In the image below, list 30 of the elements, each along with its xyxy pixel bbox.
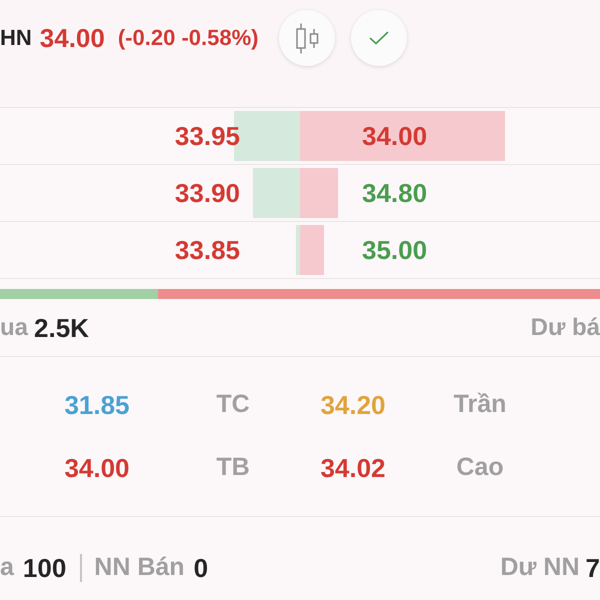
ask-row[interactable]: 35.00 bbox=[300, 222, 600, 278]
ask-row[interactable]: 34.00 bbox=[300, 108, 600, 164]
ask-row[interactable]: 34.80 bbox=[300, 165, 600, 221]
summary-label: Dư bá bbox=[530, 316, 600, 340]
bid-row[interactable]: 33.90 bbox=[0, 165, 300, 221]
foreign-label: NN Bán bbox=[94, 555, 185, 580]
price-change-text: (-0.20 -0.58%) bbox=[118, 27, 258, 49]
stat-label: TB bbox=[216, 455, 250, 480]
symbol-text: HN bbox=[0, 27, 32, 49]
foreign-label: a bbox=[0, 555, 14, 580]
stat-value: 34.02 bbox=[320, 454, 386, 480]
bid-row[interactable]: 33.85 bbox=[0, 222, 300, 278]
stat-label: Cao bbox=[456, 455, 504, 480]
chart-button[interactable] bbox=[279, 10, 336, 66]
stat-value: 34.00 bbox=[64, 454, 130, 480]
stat-value: 34.20 bbox=[320, 392, 386, 418]
foreign-value: 0 bbox=[194, 554, 208, 580]
foreign-value: 7 bbox=[586, 554, 600, 580]
check-icon bbox=[369, 31, 390, 45]
price-text: 34.00 bbox=[40, 25, 105, 51]
summary-label: ua bbox=[0, 316, 28, 340]
foreign-label: Dư NN bbox=[500, 555, 580, 580]
stat-label: Trần bbox=[454, 392, 506, 417]
stat-label: TC bbox=[216, 392, 250, 417]
bid-row[interactable]: 33.95 bbox=[0, 108, 300, 164]
foreign-value: 100 bbox=[22, 554, 66, 580]
check-button[interactable] bbox=[351, 10, 408, 66]
candlestick-icon bbox=[294, 22, 320, 54]
summary-value: 2.5K bbox=[34, 314, 89, 340]
stat-value: 31.85 bbox=[64, 392, 130, 418]
